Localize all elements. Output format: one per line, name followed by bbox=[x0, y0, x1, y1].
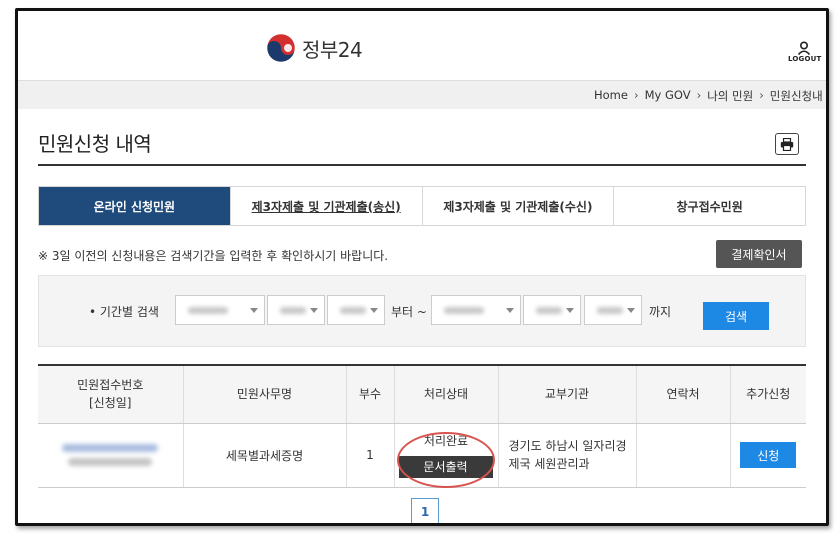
search-button[interactable]: 검색 bbox=[703, 302, 769, 330]
blurred-apply-date bbox=[68, 458, 153, 466]
page-title: 민원신청 내역 bbox=[38, 132, 152, 156]
until-label: 까지 bbox=[649, 305, 672, 319]
print-button[interactable] bbox=[775, 133, 799, 155]
chevron-down-icon bbox=[310, 308, 318, 313]
end-day-select[interactable] bbox=[584, 295, 642, 325]
period-search-label: • 기간별 검색 bbox=[89, 305, 159, 319]
tab-online-petitions[interactable]: 온라인 신청민원 bbox=[39, 187, 230, 225]
col-header-status: 처리상태 bbox=[393, 364, 498, 424]
chevron-down-icon bbox=[506, 308, 514, 313]
start-day-select[interactable] bbox=[327, 295, 385, 325]
tab-counter-petitions[interactable]: 창구접수민원 bbox=[613, 187, 805, 225]
logo-text: 정부24 bbox=[302, 37, 363, 62]
taegeuk-logo-icon bbox=[266, 33, 296, 63]
breadcrumb-mygov[interactable]: My GOV bbox=[645, 88, 691, 104]
start-year-select[interactable] bbox=[175, 295, 265, 325]
logout-button[interactable]: LOGOUT bbox=[788, 41, 822, 63]
col-header-receipt-no: 민원접수번호 [신청일] bbox=[38, 364, 183, 424]
status-cell: 처리완료 문서출력 bbox=[393, 423, 498, 488]
col-header-agency: 교부기관 bbox=[497, 364, 636, 424]
period-search-box: • 기간별 검색 부터 ~ 까지 검색 bbox=[38, 275, 806, 347]
end-month-select[interactable] bbox=[523, 295, 581, 325]
logo[interactable]: 정부24 bbox=[266, 33, 363, 63]
pagination-page-1[interactable]: 1 bbox=[411, 498, 439, 523]
col-header-service: 민원사무명 bbox=[182, 364, 346, 424]
logout-label: LOGOUT bbox=[788, 55, 822, 63]
tab-label: 제3자제출 및 기관제출(송신) bbox=[251, 199, 401, 214]
chevron-right-icon: › bbox=[633, 88, 639, 102]
tab-label: 온라인 신청민원 bbox=[93, 199, 176, 214]
blurred-value bbox=[536, 307, 562, 314]
period-notice: ※ 3일 이전의 신청내용은 검색기간을 입력한 후 확인하시기 바랍니다. bbox=[38, 249, 389, 263]
chevron-down-icon bbox=[370, 308, 378, 313]
tab-third-party-received[interactable]: 제3자제출 및 기관제출(수신) bbox=[421, 187, 614, 225]
add-apply-cell: 신청 bbox=[729, 423, 806, 488]
printer-icon bbox=[780, 137, 794, 151]
blurred-value bbox=[340, 307, 366, 314]
tab-label: 제3자제출 및 기관제출(수신) bbox=[443, 199, 593, 214]
petition-table: 민원접수번호 [신청일] 민원사무명 부수 처리상태 교부기관 연락처 추가신청… bbox=[38, 364, 806, 488]
agency-cell: 경기도 하남시 일자리경제국 세원관리과 bbox=[497, 423, 636, 488]
from-label: 부터 ~ bbox=[391, 305, 427, 319]
tab-label: 창구접수민원 bbox=[676, 199, 743, 214]
chevron-right-icon: › bbox=[759, 88, 764, 102]
col-header-contact: 연락처 bbox=[635, 364, 730, 424]
title-divider bbox=[38, 164, 806, 166]
chevron-right-icon: › bbox=[696, 88, 702, 102]
table-header-row: 민원접수번호 [신청일] 민원사무명 부수 처리상태 교부기관 연락처 추가신청 bbox=[38, 364, 806, 424]
receipt-number-cell[interactable] bbox=[38, 423, 183, 488]
blurred-value bbox=[597, 307, 623, 314]
payment-confirmation-button[interactable]: 결제확인서 bbox=[716, 240, 802, 268]
contact-cell bbox=[635, 423, 730, 488]
chevron-down-icon bbox=[627, 308, 635, 313]
user-icon bbox=[797, 41, 811, 55]
tab-third-party-sent[interactable]: 제3자제출 및 기관제출(송신) bbox=[229, 187, 422, 225]
status-text: 처리완료 bbox=[423, 433, 469, 448]
blurred-value bbox=[280, 307, 306, 314]
col-header-copies: 부수 bbox=[345, 364, 394, 424]
header-label: 민원접수번호 [신청일] bbox=[77, 378, 144, 411]
breadcrumb-current: 민원신청내 bbox=[769, 89, 823, 103]
blurred-receipt-number bbox=[62, 444, 159, 452]
start-month-select[interactable] bbox=[267, 295, 325, 325]
chevron-down-icon bbox=[566, 308, 574, 313]
breadcrumb-my-petitions[interactable]: 나의 민원 bbox=[707, 88, 753, 104]
table-row: 세목별과세증명 1 처리완료 문서출력 경기도 하남시 일자리경제국 세원관리과… bbox=[38, 423, 806, 488]
blurred-value bbox=[444, 307, 484, 314]
copies-cell: 1 bbox=[345, 423, 394, 488]
chevron-down-icon bbox=[250, 308, 258, 313]
end-year-select[interactable] bbox=[431, 295, 521, 325]
service-name-cell: 세목별과세증명 bbox=[182, 423, 346, 488]
apply-button[interactable]: 신청 bbox=[740, 442, 797, 468]
blurred-value bbox=[188, 307, 228, 314]
breadcrumb: Home › My GOV › 나의 민원 › 민원신청내 bbox=[594, 88, 823, 104]
site-header: 정부24 LOGOUT bbox=[18, 11, 826, 81]
tab-bar: 온라인 신청민원 제3자제출 및 기관제출(송신) 제3자제출 및 기관제출(수… bbox=[38, 186, 806, 226]
print-document-button[interactable]: 문서출력 bbox=[398, 455, 493, 478]
breadcrumb-bar: Home › My GOV › 나의 민원 › 민원신청내 bbox=[18, 81, 826, 109]
browser-frame: 정부24 LOGOUT Home › My GOV › 나의 민원 › 민원신청… bbox=[15, 8, 829, 526]
col-header-add-apply: 추가신청 bbox=[729, 364, 806, 424]
breadcrumb-home[interactable]: Home bbox=[594, 88, 628, 104]
